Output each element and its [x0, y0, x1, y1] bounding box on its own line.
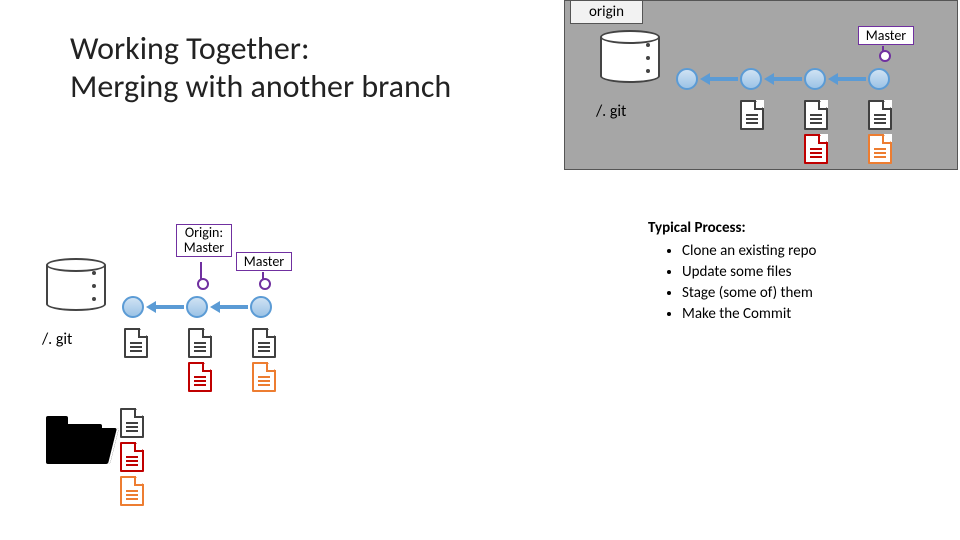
arrow-left-icon [838, 77, 866, 81]
tag-connector [882, 46, 884, 60]
commit-node [740, 68, 762, 90]
database-icon [600, 30, 660, 83]
file-icon [252, 362, 276, 392]
file-icon [120, 442, 144, 472]
file-icon [804, 134, 828, 164]
master-tag: Master [858, 26, 914, 45]
file-icon [120, 408, 144, 438]
origin-tab-label: origin [570, 0, 643, 24]
list-item: Clone an existing repo [682, 241, 816, 262]
commit-node [804, 68, 826, 90]
origin-master-tag: Origin: Master [176, 224, 232, 257]
slide-title: Working Together: Merging with another b… [70, 30, 451, 107]
folder-open-icon [46, 424, 102, 464]
list-item: Update some files [682, 262, 816, 283]
arrow-left-icon [710, 77, 738, 81]
arrow-left-icon [220, 305, 248, 309]
file-icon [252, 328, 276, 358]
tag-connector [262, 272, 264, 288]
tag-connector [200, 262, 202, 288]
file-icon [868, 100, 892, 130]
process-list: Clone an existing repo Update some files… [648, 241, 816, 325]
arrow-left-icon [774, 77, 802, 81]
commit-node [250, 296, 272, 318]
title-line-1: Working Together: [70, 30, 451, 68]
process-block: Typical Process: Clone an existing repo … [648, 218, 816, 325]
process-heading: Typical Process: [648, 218, 816, 239]
commit-node [186, 296, 208, 318]
origin-git-label: /. git [596, 102, 626, 121]
master-tag: Master [236, 252, 292, 271]
file-icon [120, 476, 144, 506]
commit-node [676, 68, 698, 90]
file-icon [740, 100, 764, 130]
file-icon [188, 328, 212, 358]
file-icon [188, 362, 212, 392]
title-line-2: Merging with another branch [70, 68, 451, 106]
file-icon [804, 100, 828, 130]
database-icon [46, 258, 106, 311]
commit-node [868, 68, 890, 90]
file-icon [124, 328, 148, 358]
commit-node [122, 296, 144, 318]
list-item: Make the Commit [682, 304, 816, 325]
arrow-left-icon [156, 305, 184, 309]
list-item: Stage (some of) them [682, 283, 816, 304]
file-icon [868, 134, 892, 164]
local-git-label: /. git [42, 330, 72, 349]
